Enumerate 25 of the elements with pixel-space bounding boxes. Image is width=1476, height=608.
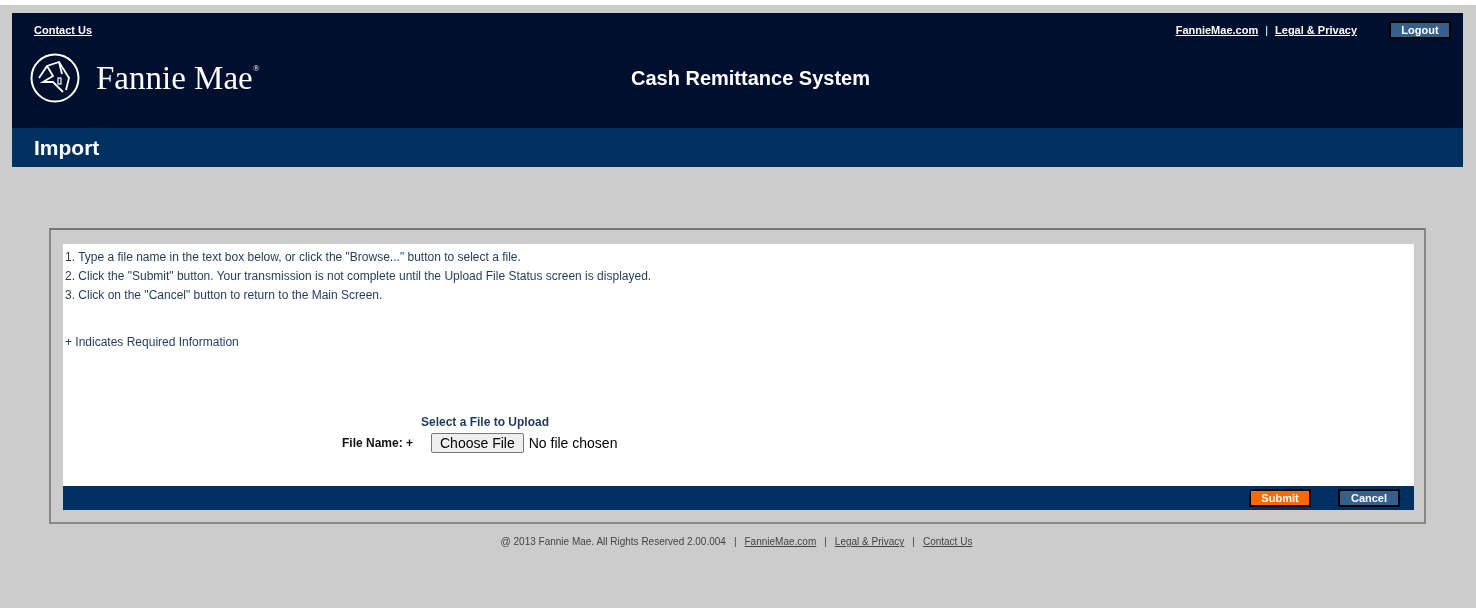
file-status: No file chosen — [528, 435, 618, 451]
instruction-text: 1. Type a file name in the text box below, or click the "Browse..." button to select a file. — [65, 250, 522, 264]
separator: | — [733, 536, 737, 547]
instruction-text: 2. Click the "Submit" button. Your transmission is not complete until the Upload File Status screen is displayed. — [65, 269, 653, 283]
footer-link[interactable]: Contact Us — [922, 536, 973, 547]
brand-name: Fannie Mae$^{®}$ — [96, 59, 260, 97]
header-link[interactable]: FannieMae.com — [1175, 24, 1259, 36]
header-link[interactable]: Legal & Privacy — [1275, 24, 1357, 36]
house-logo-icon — [29, 52, 81, 104]
system-title: Cash Remittance System — [631, 67, 870, 90]
separator: | — [912, 536, 915, 547]
file-name-label: File Name: + — [340, 436, 413, 450]
cancel-button[interactable]: Cancel — [1338, 489, 1400, 507]
footer-link[interactable]: FannieMae.com — [744, 536, 817, 547]
contact-link[interactable]: Contact Us — [34, 24, 93, 36]
required-note: + Indicates Required Information — [65, 335, 240, 349]
separator: | — [1265, 24, 1269, 36]
choose-file-button[interactable]: Choose File — [431, 433, 524, 453]
separator: | — [824, 536, 827, 547]
footer-link[interactable]: Legal & Privacy — [834, 536, 905, 547]
logout-button[interactable]: Logout — [1389, 21, 1451, 39]
upload-heading: Select a File to Upload — [421, 415, 551, 429]
copyright-text: @ 2013 Fannie Mae. All Rights Reserved 2.00.004 — [500, 536, 726, 547]
instruction-text: 3. Click on the "Cancel" button to return to the Main Screen. — [65, 288, 384, 302]
page-title: Import — [34, 135, 100, 160]
